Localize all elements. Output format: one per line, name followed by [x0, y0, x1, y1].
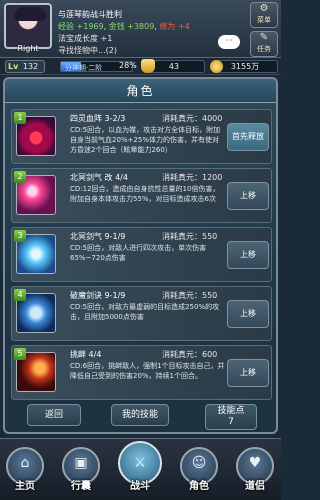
skill-name: 挑衅 4/4	[70, 350, 102, 359]
nav-label: 主页	[15, 481, 35, 492]
nav-label: 道侣	[245, 481, 265, 492]
skill-name: 北冥剑气 改 4/4	[70, 173, 128, 182]
skill-row: 5 挑衅 4/4 消耗真元：600 CD:6回合，挑衅敌人，强制1个目标攻击自己…	[11, 345, 272, 400]
nav-item-battle[interactable]: ⚔ 战斗	[117, 441, 163, 495]
skill-cost: 消耗真元：1200	[162, 173, 223, 182]
skill-description: CD:12回合，造成由自身抗性总量的10倍伤害，附加自身本体攻击力55%，对目标…	[70, 185, 220, 203]
skill-cost: 消耗真元：4000	[162, 114, 223, 123]
reward-exp-label: 经验	[58, 22, 74, 31]
skill-points-label: 技能点	[217, 406, 245, 416]
menu-button[interactable]: ⚙ 菜单	[250, 2, 278, 28]
skill-row: 2 北冥剑气 改 4/4 消耗真元：1200 CD:12回合，造成由自身抗性总量…	[11, 168, 272, 223]
skill-name: 破魔剑诀 9-1/9	[70, 291, 126, 300]
panel-title: 角色	[5, 79, 276, 103]
ingot-value: 43	[168, 62, 180, 71]
skill-cost: 消耗真元：600	[162, 350, 218, 359]
player-name: Right	[17, 44, 39, 53]
skill-name: 四灵血阵 3-2/3	[70, 114, 126, 123]
nav-item-partner[interactable]: ♥ 道侣	[232, 447, 278, 495]
skill-row: 4 破魔剑诀 9-1/9 消耗真元：550 CD:5回合，对敌方最虚弱的目标造成…	[11, 286, 272, 341]
reward-contrib-label: 修为	[159, 22, 176, 31]
skill-cost: 消耗真元：550	[162, 232, 218, 241]
nav-label: 行囊	[71, 481, 91, 492]
skill-points-button[interactable]: 技能点 7	[205, 404, 257, 430]
move-up-button[interactable]: 上移	[227, 359, 269, 387]
level-value: 132	[22, 62, 39, 71]
skill-cost: 消耗真元：550	[162, 291, 218, 300]
move-up-button[interactable]: 上移	[227, 241, 269, 269]
skill-name: 北冥剑气 9-1/9	[70, 232, 126, 241]
character-panel: 角色 1 四灵血阵 3-2/3 消耗真元：4000 CD:5回合，以血为媒，攻击…	[3, 77, 278, 434]
skill-number: 4	[14, 289, 26, 301]
coin-counter[interactable]: 3155万	[210, 60, 278, 73]
battle-glyph: ⚔	[133, 455, 147, 471]
exp-progress-text: 分神期·二阶	[65, 64, 103, 72]
quest-title[interactable]: 与莲琴韵战斗胜利	[58, 9, 122, 20]
bag-glyph: ▣	[74, 455, 88, 471]
coin-icon	[210, 60, 223, 73]
avatar[interactable]	[4, 3, 52, 49]
move-up-button[interactable]: 上移	[227, 182, 269, 210]
cast-first-button[interactable]: 首先释放	[227, 123, 269, 151]
skill-number: 5	[14, 348, 26, 360]
task-button[interactable]: ✎ 任务	[250, 31, 278, 57]
menu-label: 菜单	[257, 16, 271, 24]
chat-icon[interactable]: ···	[218, 35, 240, 49]
level-tag: Lv	[8, 62, 19, 71]
skill-row: 1 四灵血阵 3-2/3 消耗真元：4000 CD:5回合，以血为媒，攻击对方全…	[11, 109, 272, 164]
reward-gold-label: 金钱	[108, 22, 125, 31]
skill-number: 1	[14, 112, 26, 124]
nav-label: 角色	[189, 481, 209, 492]
skill-number: 2	[14, 171, 26, 183]
exp-percent: 28%	[119, 61, 137, 70]
partner-glyph: ♥	[248, 455, 262, 471]
nav-item-home[interactable]: ⌂ 主页	[2, 447, 48, 495]
character-glyph: ☺	[191, 455, 207, 471]
nav-label: 战斗	[130, 481, 150, 492]
reward-exp-value: +1969	[76, 22, 104, 31]
move-up-button[interactable]: 上移	[227, 300, 269, 328]
nav-item-bag[interactable]: ▣ 行囊	[58, 447, 104, 495]
level-badge: Lv 132	[5, 60, 45, 73]
coin-value: 3155万	[230, 62, 260, 71]
skill-description: CD:5回合，对敌人进行四次攻击，单次伤害65%~720点伤害	[70, 244, 207, 262]
reward-contrib-value: +4	[177, 22, 190, 31]
reward-gold-value: +3809	[127, 22, 155, 31]
bottom-nav: ⌂ 主页 ▣ 行囊 ⚔ 战斗 ☺ 角色 ♥ 道侣	[0, 438, 281, 500]
task-label: 任务	[257, 45, 271, 53]
quest-line-searching: 寻找怪物中...(2)	[58, 46, 117, 55]
nav-item-character[interactable]: ☺ 角色	[176, 447, 222, 495]
ingot-counter[interactable]: 43	[141, 59, 205, 73]
quest-line-growth: 法宝成长度 +1	[58, 34, 113, 43]
task-icon: ✎	[259, 32, 269, 43]
status-bar: Lv 132 分神期·二阶 28% 43 3155万	[0, 58, 281, 75]
gear-icon: ⚙	[259, 3, 269, 14]
home-glyph: ⌂	[20, 455, 30, 471]
skill-description: CD:5回合，以血为媒，攻击对方全体目标，附加自身当前气血20%+25%体力的伤…	[70, 126, 221, 154]
skill-number: 3	[14, 230, 26, 242]
skill-points-value: 7	[228, 417, 234, 427]
skill-description: CD:5回合，对敌方最虚弱的目标造成250%的攻击，且附加5000点伤害	[70, 303, 220, 321]
back-button[interactable]: 返回	[27, 404, 81, 426]
skill-description: CD:6回合，挑衅敌人，强制1个目标攻击自己，并降低自己受到的伤害20%，持续1…	[70, 362, 225, 380]
quest-rewards: 经验 +1969, 金钱 +3809, 修为 +4	[58, 22, 190, 31]
top-hud: Right 与莲琴韵战斗胜利 经验 +1969, 金钱 +3809, 修为 +4…	[0, 0, 281, 58]
skill-row: 3 北冥剑气 9-1/9 消耗真元：550 CD:5回合，对敌人进行四次攻击，单…	[11, 227, 272, 282]
my-skills-button[interactable]: 我的技能	[111, 404, 169, 426]
ingot-icon	[141, 59, 155, 73]
